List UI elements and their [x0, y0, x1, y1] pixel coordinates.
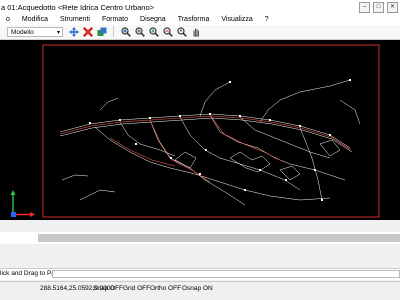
network-drawing: [59, 79, 361, 206]
command-input[interactable]: [52, 270, 400, 278]
toolbar: Modello ▾: [0, 25, 400, 40]
maximize-button[interactable]: □: [373, 2, 384, 13]
chevron-down-icon: ▾: [56, 30, 60, 36]
toolbar-separator: [113, 26, 114, 37]
drawing-canvas[interactable]: [0, 40, 400, 220]
horizontal-scrollbar[interactable]: [0, 232, 400, 244]
menu-bar: o Modifica Strumenti Formato Disegna Tra…: [0, 14, 400, 25]
layout-select-value: Modello: [11, 29, 34, 36]
delete-icon[interactable]: [82, 26, 93, 37]
network-drawing-red: [59, 114, 352, 183]
command-line: lick and Drag to Pan:: [0, 268, 400, 280]
add-icon[interactable]: [96, 26, 107, 37]
zoom-in-icon[interactable]: [148, 26, 159, 37]
menu-visualizza[interactable]: Visualizza: [215, 14, 258, 25]
menu-trasforma[interactable]: Trasforma: [172, 14, 216, 25]
status-bar: 288.5164,25.0592,0.0000 Snap OFF Grid OF…: [0, 281, 400, 296]
grid-toggle[interactable]: Grid OFF: [123, 285, 150, 292]
move-icon[interactable]: [68, 26, 79, 37]
menu-strumenti[interactable]: Strumenti: [54, 14, 96, 25]
menu-help[interactable]: ?: [259, 14, 275, 25]
ucs-icon: [10, 190, 35, 217]
ortho-toggle[interactable]: Ortho OFF: [150, 285, 181, 292]
drawing-svg: [10, 44, 380, 218]
menu-formato[interactable]: Formato: [96, 14, 134, 25]
node-markers: [89, 79, 351, 201]
menu-modifica[interactable]: Modifica: [16, 14, 54, 25]
menu-disegna[interactable]: Disegna: [134, 14, 172, 25]
zoom-extents-icon[interactable]: [134, 26, 145, 37]
sheet-border: [42, 44, 380, 218]
title-bar: a 01:Acquedotto <Rete Idrica Centro Urba…: [0, 0, 400, 14]
window-title: a 01:Acquedotto <Rete Idrica Centro Urba…: [1, 3, 155, 12]
zoom-window-icon[interactable]: [120, 26, 131, 37]
minimize-button[interactable]: –: [359, 2, 370, 13]
osnap-toggle[interactable]: Osnap ON: [182, 285, 213, 292]
snap-toggle[interactable]: Snap OFF: [93, 285, 123, 292]
zoom-out-icon[interactable]: [162, 26, 173, 37]
close-button[interactable]: ✕: [387, 2, 398, 13]
menu-file[interactable]: o: [0, 14, 16, 25]
zoom-realtime-icon[interactable]: [176, 26, 187, 37]
scrollbar-thumb[interactable]: [38, 234, 400, 242]
pan-icon[interactable]: [190, 26, 201, 37]
layout-select[interactable]: Modello ▾: [7, 27, 63, 37]
